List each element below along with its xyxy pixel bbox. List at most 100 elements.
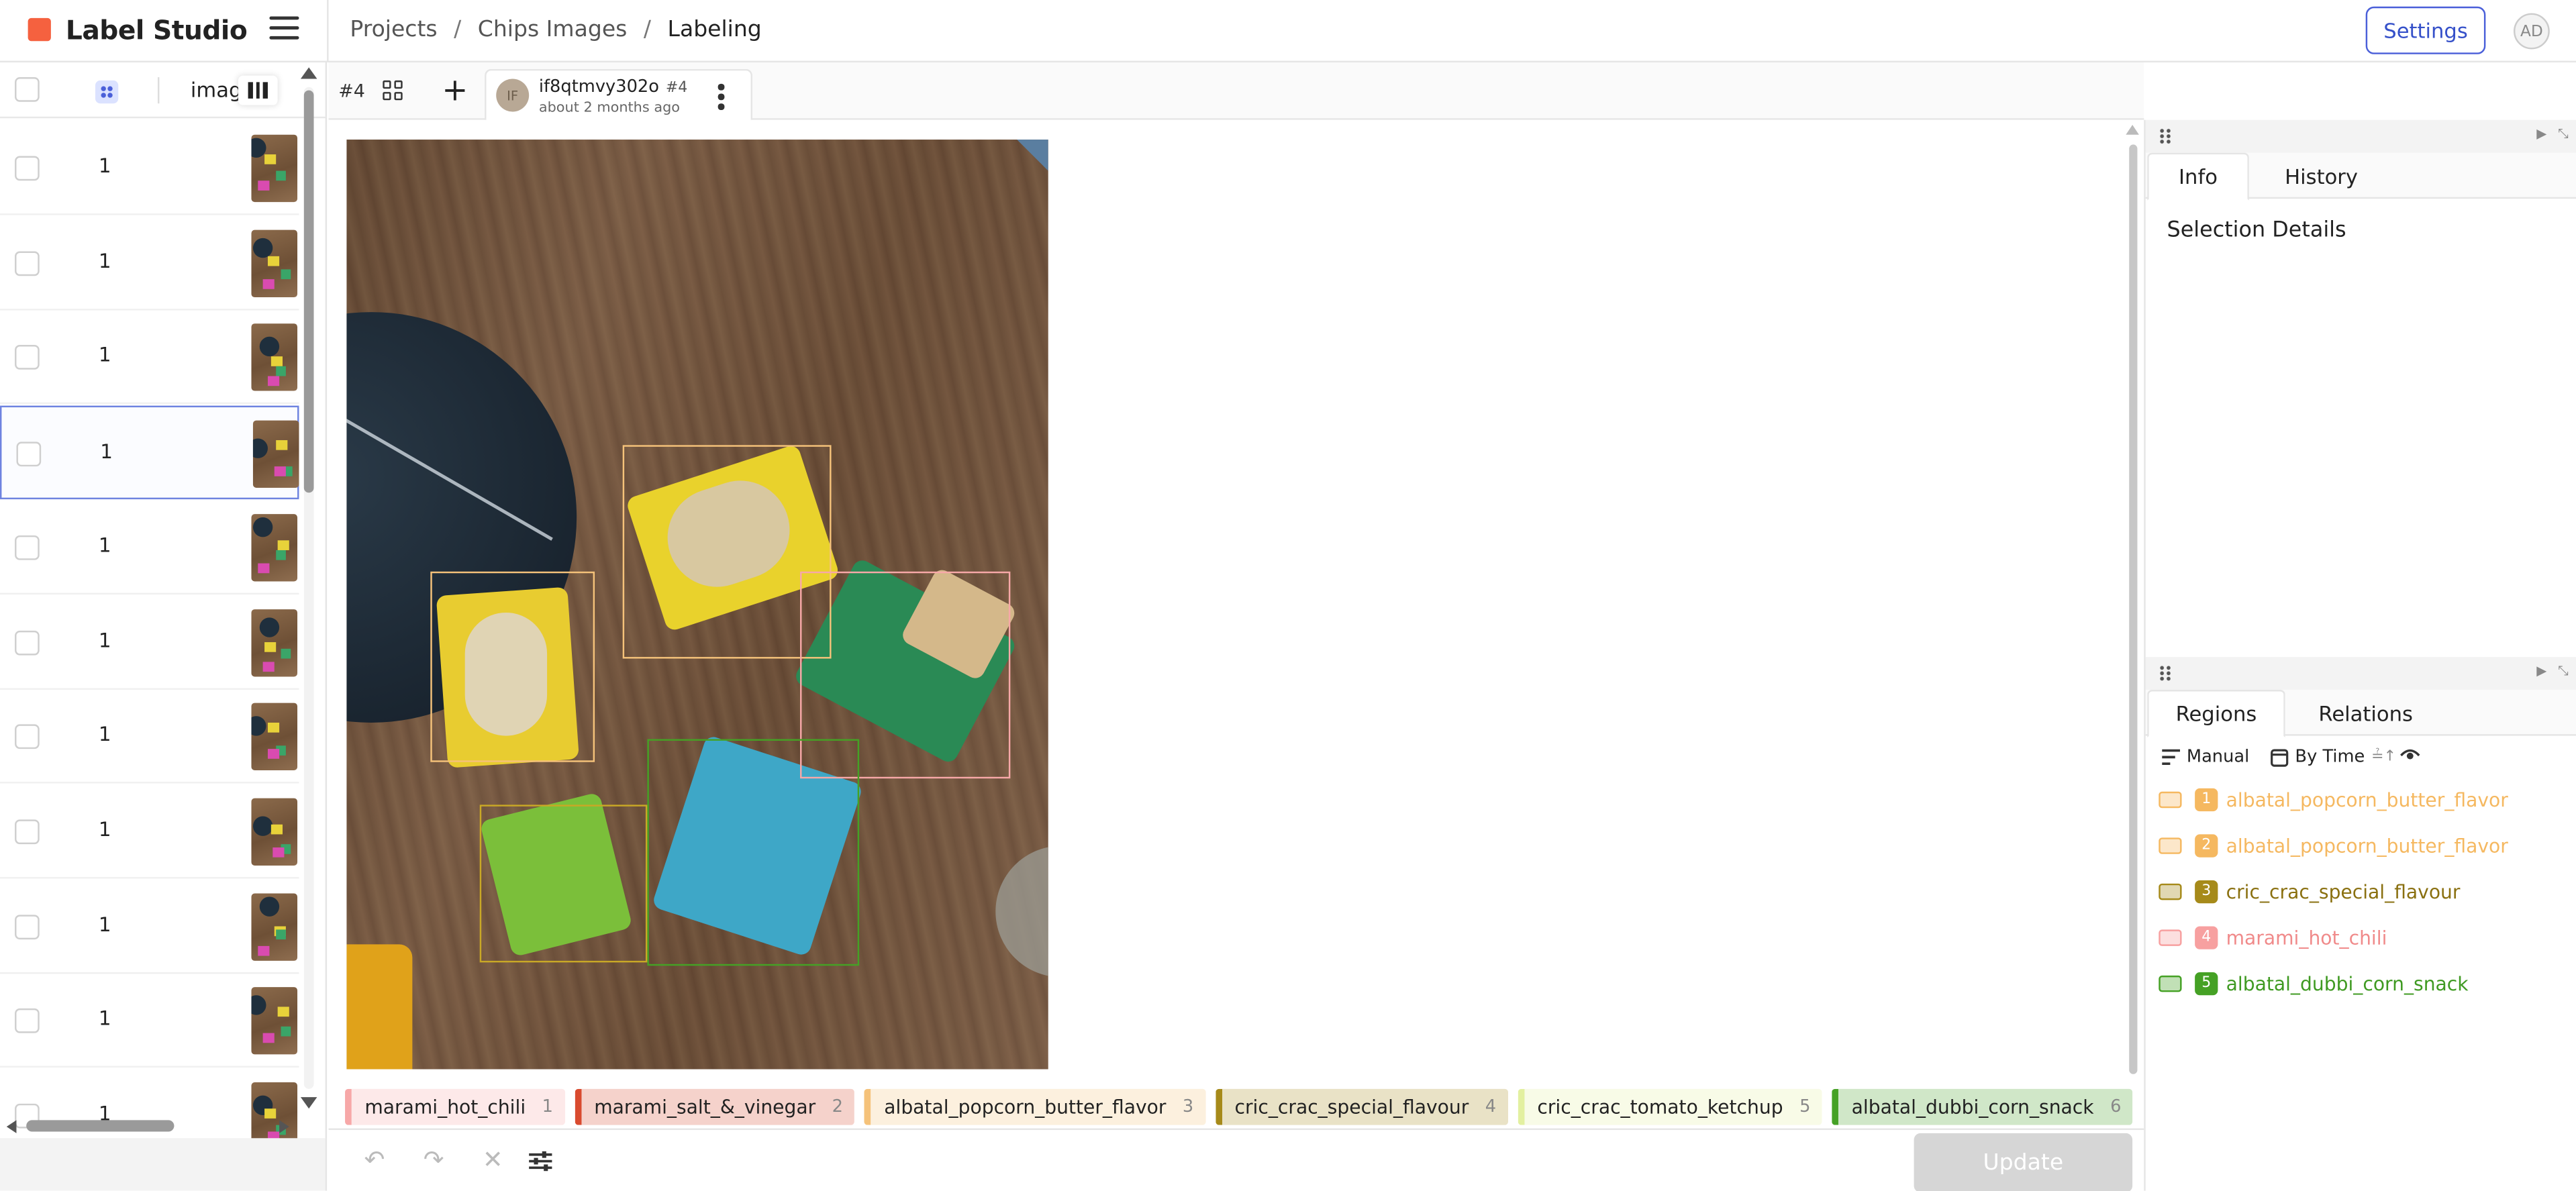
task-image[interactable]	[346, 140, 1048, 1070]
task-list-hscrollbar[interactable]	[0, 1115, 326, 1138]
scroll-right-icon[interactable]	[279, 1120, 289, 1133]
rectangle-region-icon	[2159, 837, 2182, 854]
row-thumbnail	[251, 134, 298, 203]
scroll-up-icon[interactable]	[300, 67, 317, 79]
canvas-scrollbar[interactable]	[2126, 125, 2139, 1078]
by-time-label: By Time	[2295, 747, 2365, 768]
tab-regions[interactable]: Regions	[2147, 690, 2285, 738]
label-chip[interactable]: cric_crac_special_flavour 4	[1215, 1088, 1508, 1125]
update-button[interactable]: Update	[1914, 1133, 2133, 1191]
annotation-time: about 2 months ago	[538, 100, 681, 117]
menu-hamburger-icon[interactable]	[269, 16, 299, 42]
task-row[interactable]: 1	[0, 311, 299, 405]
row-id: 1	[100, 440, 113, 464]
expand-icon[interactable]: ⤡	[2558, 126, 2569, 142]
row-checkbox[interactable]	[15, 156, 40, 181]
region-item[interactable]: 1 albatal_popcorn_butter_flavor	[2159, 778, 2576, 821]
region-box-albatal-popcorn[interactable]	[430, 571, 595, 762]
row-checkbox[interactable]	[15, 724, 40, 749]
region-box-albatal-dubbi[interactable]	[647, 739, 860, 966]
rectangle-region-icon	[2159, 791, 2182, 809]
label-chip[interactable]: albatal_popcorn_butter_flavor 3	[864, 1088, 1205, 1125]
settings-button[interactable]: Settings	[2365, 6, 2486, 54]
breadcrumb-separator: /	[643, 16, 652, 43]
row-thumbnail	[252, 420, 299, 488]
label-chip[interactable]: marami_hot_chili 1	[345, 1088, 565, 1125]
region-item[interactable]: 4 marami_hot_chili	[2159, 917, 2576, 960]
drag-handle-icon[interactable]	[2159, 127, 2172, 145]
grid-view-icon[interactable]	[383, 80, 404, 102]
user-avatar[interactable]: AD	[2513, 13, 2550, 50]
more-options-icon[interactable]	[717, 83, 725, 113]
label-chip[interactable]: cric_crac_tomato_ketchup 5	[1517, 1088, 1822, 1125]
visibility-toggle[interactable]	[2400, 747, 2420, 762]
undo-icon[interactable]: ↶	[361, 1146, 387, 1172]
collapse-icon[interactable]: ▶	[2536, 126, 2546, 141]
region-item[interactable]: 5 albatal_dubbi_corn_snack	[2159, 962, 2576, 1005]
calendar-icon	[2271, 748, 2289, 766]
select-all-checkbox[interactable]	[15, 77, 40, 102]
breadcrumb-projects[interactable]: Projects	[350, 16, 437, 42]
scroll-left-icon[interactable]	[6, 1120, 17, 1133]
app-logo[interactable]: Label Studio	[23, 13, 248, 46]
row-checkbox[interactable]	[15, 1008, 40, 1034]
row-checkbox[interactable]	[15, 629, 40, 655]
label-chip-hotkey: 6	[2110, 1097, 2122, 1117]
task-row[interactable]: 1	[0, 974, 299, 1068]
selection-details-title: Selection Details	[2167, 218, 2346, 244]
by-time-sort[interactable]: By Time ≟↑	[2271, 747, 2396, 767]
label-chip-hotkey: 4	[1485, 1097, 1497, 1117]
task-row[interactable]: 1	[0, 405, 299, 500]
task-row[interactable]: 1	[0, 785, 299, 879]
breadcrumb: Projects / Chips Images / Labeling	[350, 16, 761, 42]
row-id: 1	[98, 1007, 111, 1031]
task-row[interactable]: 1	[0, 690, 299, 784]
region-box-cric-crac-special[interactable]	[479, 805, 648, 963]
scroll-down-icon[interactable]	[300, 1097, 317, 1109]
breadcrumb-project[interactable]: Chips Images	[478, 16, 628, 42]
redo-icon[interactable]: ↷	[421, 1146, 447, 1172]
settings-sliders-icon[interactable]	[528, 1148, 554, 1174]
image-canvas-area	[328, 119, 2430, 1073]
row-thumbnail	[251, 703, 298, 771]
eye-icon	[2400, 749, 2420, 760]
task-list-header: image	[0, 62, 326, 119]
regions-panel-header: ▶ ⤡	[2145, 657, 2576, 690]
annotation-number: #4	[665, 80, 688, 97]
collapse-icon[interactable]: ▶	[2536, 664, 2546, 678]
drag-handle-icon[interactable]	[2159, 665, 2172, 682]
task-list-scrollbar[interactable]	[300, 67, 317, 1115]
expand-icon[interactable]: ⤡	[2558, 664, 2569, 680]
region-label: marami_hot_chili	[2226, 926, 2387, 949]
annotator-name: if8qtmvy302o #4	[539, 77, 687, 97]
label-studio-logo-icon	[23, 13, 56, 46]
right-sidebar: ▶ ⤡ Info History Selection Details ▶ ⤡ R…	[2144, 119, 2576, 1191]
tab-info[interactable]: Info	[2147, 152, 2249, 201]
region-item[interactable]: 3 cric_crac_special_flavour	[2159, 870, 2576, 913]
row-checkbox[interactable]	[15, 819, 40, 844]
reset-icon[interactable]: ✕	[480, 1146, 506, 1172]
task-row[interactable]: 1	[0, 880, 299, 974]
task-row[interactable]: 1	[0, 216, 299, 310]
row-checkbox[interactable]	[15, 345, 40, 370]
row-thumbnail	[251, 608, 298, 676]
region-item[interactable]: 2 albatal_popcorn_butter_flavor	[2159, 825, 2576, 868]
columns-icon[interactable]	[238, 75, 278, 105]
label-chip[interactable]: albatal_dubbi_corn_snack 6	[1832, 1088, 2133, 1125]
task-row[interactable]: 1	[0, 595, 299, 689]
task-row[interactable]: 1	[0, 501, 299, 594]
annotation-tab[interactable]: IF if8qtmvy302o #4 about 2 months ago	[485, 68, 753, 122]
info-tabs: Info History	[2145, 152, 2576, 201]
tab-relations[interactable]: Relations	[2287, 690, 2444, 737]
sort-direction-icon[interactable]: ≟↑	[2371, 749, 2396, 765]
add-annotation-icon[interactable]: +	[442, 74, 468, 106]
image-shoe-object	[995, 845, 1048, 978]
task-row[interactable]: 1	[0, 121, 299, 215]
manual-sort[interactable]: Manual	[2162, 747, 2249, 767]
label-chip[interactable]: marami_salt_&_vinegar 2	[574, 1088, 855, 1125]
row-checkbox[interactable]	[15, 914, 40, 939]
row-checkbox[interactable]	[16, 442, 42, 467]
row-checkbox[interactable]	[15, 535, 40, 560]
tab-history[interactable]: History	[2250, 153, 2392, 201]
row-checkbox[interactable]	[15, 250, 40, 276]
